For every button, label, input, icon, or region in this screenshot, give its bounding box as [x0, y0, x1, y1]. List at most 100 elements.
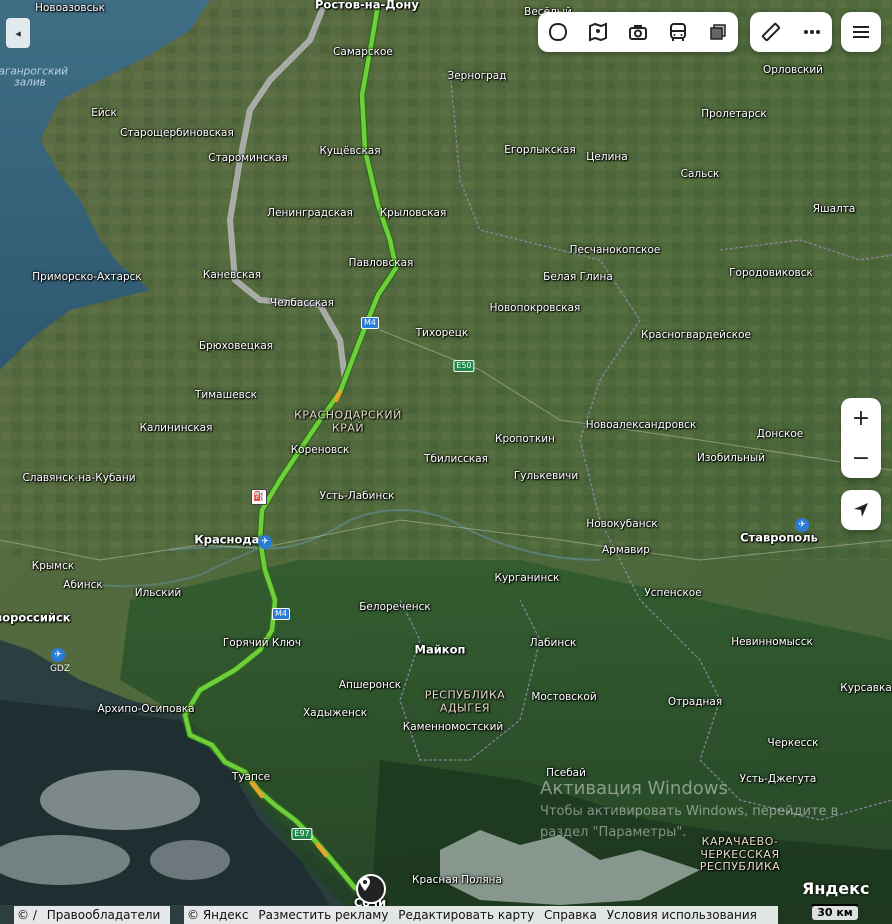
panorama-icon[interactable] — [583, 17, 613, 47]
help-link[interactable]: Справка — [544, 908, 597, 922]
map-toolbar — [538, 12, 738, 52]
photo-icon[interactable] — [623, 17, 653, 47]
transit-icon[interactable] — [663, 17, 693, 47]
place-label: Новоазовськ — [35, 1, 105, 14]
place-label: Успенское — [644, 586, 702, 599]
place-label: Кореновск — [290, 443, 350, 456]
route-end-marker-icon[interactable] — [356, 874, 386, 904]
place-label: Целина — [586, 150, 628, 163]
place-label: Орловский — [762, 63, 824, 76]
terms-link[interactable]: Условия использования — [607, 908, 757, 922]
place-label: Белореченск — [359, 600, 431, 613]
place-label: Ленинградская — [267, 206, 353, 219]
place-label: Старощербиновская — [120, 126, 234, 139]
copyright-yandex: © Яндекс — [187, 908, 249, 922]
windows-activation-watermark: Активация Windows Чтобы активировать Win… — [540, 778, 838, 841]
place-label: Самарское — [333, 45, 393, 58]
menu-button[interactable] — [841, 12, 881, 52]
place-label: Новокубанск — [586, 517, 658, 530]
road-shield: E50 — [453, 360, 475, 372]
place-label: Зерноград — [447, 69, 507, 82]
geolocation-button[interactable] — [841, 490, 881, 530]
place-label: Абинск — [63, 578, 103, 591]
place-label: Псебай — [546, 766, 586, 779]
place-label: Городовиковск — [729, 266, 813, 279]
place-label: Туапсе — [231, 770, 271, 783]
footer-left: © / Правообладатели — [14, 906, 170, 924]
place-label: Изобильный — [696, 451, 766, 464]
place-label: Лабинск — [529, 636, 577, 649]
watermark-title: Активация Windows — [540, 778, 728, 799]
place-label: Невинномысск — [731, 635, 813, 648]
place-label: Тбилисская — [424, 452, 488, 465]
place-label: Челбасская — [270, 296, 334, 309]
place-label: Кущёвская — [319, 144, 381, 157]
advertise-link[interactable]: Разместить рекламу — [258, 908, 388, 922]
place-label: Архипо-Осиповка — [97, 702, 195, 715]
place-label: Павловская — [348, 256, 414, 269]
place-label: Ейск — [91, 106, 117, 119]
zoom-control: + − — [841, 398, 881, 478]
place-label: Новоалександровск — [585, 418, 697, 431]
menu-icon — [853, 26, 869, 38]
place-label: Каневская — [202, 268, 262, 281]
place-label: Новопокровская — [489, 301, 581, 314]
place-label: Горячий Ключ — [222, 636, 302, 649]
place-label: Хадыженск — [302, 706, 368, 719]
place-label: Донское — [756, 427, 804, 440]
place-label: Ростов-на-Дону — [315, 0, 419, 12]
road-shield: E97 — [291, 828, 313, 840]
place-label: Староминская — [208, 151, 288, 164]
place-label: Каменномостский — [402, 720, 504, 733]
zoom-in-button[interactable]: + — [841, 398, 881, 438]
scale-label: 30 км — [812, 906, 858, 920]
yandex-logo: Яндекс — [802, 879, 870, 898]
place-label: Майкоп — [414, 642, 466, 657]
copyright-text: © / — [17, 908, 37, 922]
place-label: Мостовской — [531, 690, 597, 703]
place-label: Крыловская — [379, 206, 447, 219]
place-label: Приморско-Ахтарск — [32, 270, 142, 283]
place-label: Сальск — [680, 167, 720, 180]
place-label: Кропоткин — [495, 432, 555, 445]
more-icon[interactable] — [797, 17, 827, 47]
watermark-line: Чтобы активировать Windows, перейдите в — [540, 804, 839, 819]
place-label: Тимашевск — [195, 388, 257, 401]
place-label: Красногвардейское — [641, 328, 751, 341]
place-label: Ставрополь — [740, 530, 818, 545]
place-label: Славянск-на-Кубани — [22, 471, 136, 484]
airport-icon[interactable]: ✈ — [258, 535, 272, 549]
place-label: Калининская — [139, 421, 213, 434]
place-label: Армавир — [602, 543, 650, 556]
airport-icon[interactable]: ✈ — [795, 518, 809, 532]
rights-holders-link[interactable]: Правообладатели — [47, 908, 161, 922]
layers-icon[interactable] — [543, 17, 573, 47]
place-label: Красная Поляна — [412, 873, 502, 886]
airport-code: GDZ — [49, 664, 71, 674]
footer-right: © Яндекс Разместить рекламу Редактироват… — [184, 906, 778, 924]
watermark-line: раздел "Параметры". — [540, 825, 687, 840]
place-label: Крымск — [31, 559, 75, 572]
zoom-out-button[interactable]: − — [841, 438, 881, 478]
place-label: Черкесск — [767, 736, 819, 749]
fuel-station-icon[interactable]: ⛽ — [251, 489, 267, 505]
geolocation-icon — [854, 503, 868, 517]
ruler-icon[interactable] — [756, 17, 786, 47]
region-label: КРАСНОДАРСКИЙ КРАЙ — [294, 408, 402, 434]
edit-map-link[interactable]: Редактировать карту — [398, 908, 534, 922]
airport-icon[interactable]: ✈ — [51, 648, 65, 662]
region-label: РЕСПУБЛИКА АДЫГЕЯ — [424, 688, 506, 714]
map-type-icon[interactable] — [703, 17, 733, 47]
road-shield: M4 — [361, 317, 379, 329]
place-label: Отрадная — [667, 695, 723, 708]
place-label: Усть-Лабинск — [319, 489, 395, 502]
collapse-panel-button[interactable]: ◂ — [6, 18, 30, 48]
place-label: Яшалта — [812, 202, 856, 215]
place-label: Курганинск — [494, 571, 560, 584]
place-label: Апшеронск — [338, 678, 402, 691]
place-label: Пролетарск — [701, 107, 767, 120]
place-label: Гулькевичи — [513, 469, 579, 482]
place-label: Белая Глина — [543, 270, 613, 283]
road-shield: M4 — [272, 608, 290, 620]
water-label: Таганрогский залив — [0, 65, 69, 88]
